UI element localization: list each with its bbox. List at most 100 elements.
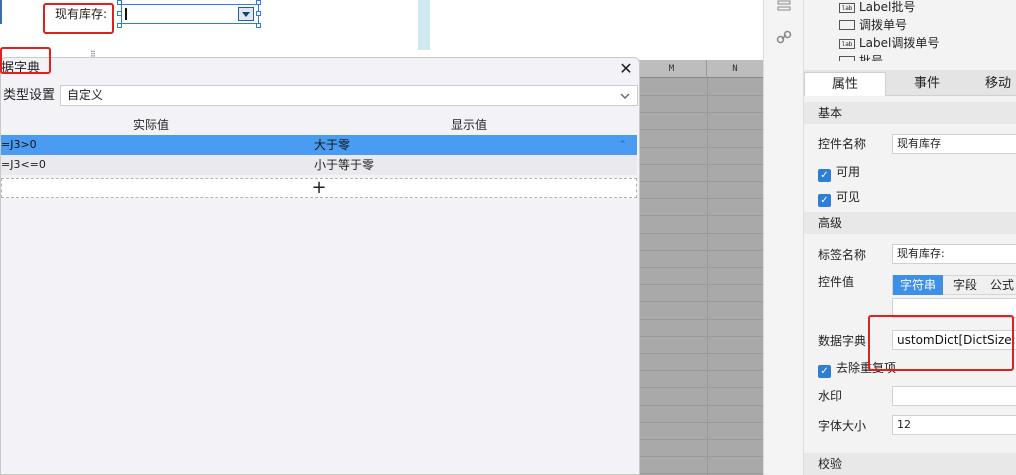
resize-handle[interactable] (117, 0, 122, 5)
textbox-icon (839, 20, 855, 30)
cell-actual[interactable]: =J3>0 (1, 135, 301, 155)
type-setting-label: 类型设置 (3, 88, 56, 103)
resize-handle[interactable] (256, 23, 261, 28)
watermark-label: 水印 (818, 389, 843, 403)
grid-row-line (637, 404, 763, 406)
text-cursor (125, 8, 127, 20)
dedupe-label: 去除重复项 (836, 361, 897, 375)
grid-row-line (637, 439, 763, 440)
section-validate[interactable]: 校验 (804, 453, 1016, 475)
control-value-label: 控件值 (818, 275, 855, 289)
value-type-string[interactable]: 字符串 (893, 275, 943, 295)
grid-row-line (637, 473, 763, 475)
grid-row-line (637, 301, 763, 303)
checkmark-icon: ✓ (818, 194, 831, 207)
value-type-formula[interactable]: 公式 (990, 275, 1016, 295)
grid-row-line (637, 335, 763, 337)
grid-row-line (637, 95, 763, 96)
canvas-selected-field[interactable] (121, 4, 259, 24)
tag-name-input[interactable]: 现有库存: (892, 244, 1016, 264)
grid-row-line (637, 456, 763, 458)
checkmark-icon: ✓ (818, 365, 831, 378)
visible-checkbox[interactable]: ✓ 可见 (818, 189, 861, 207)
grid-row-line (637, 284, 763, 286)
label-icon: lab (839, 3, 855, 13)
dict-label: 数据字典 (818, 334, 867, 348)
column-header-m[interactable]: M (637, 60, 707, 78)
control-name-input[interactable]: 现有库存 (892, 134, 1016, 154)
section-advanced[interactable]: 高级 (804, 212, 1016, 234)
link-icon[interactable] (776, 29, 792, 45)
dict-input[interactable]: ustomDict[DictSize:2] (892, 330, 1016, 350)
grid-row-line (637, 112, 763, 114)
tab-mobile[interactable]: 移动 (968, 72, 1016, 96)
tag-name-label: 标签名称 (818, 248, 867, 262)
fontsize-input[interactable]: 12 (892, 415, 1016, 435)
cell-display[interactable]: 小于等于零 (314, 155, 604, 175)
dialog-title: 据字典 (1, 61, 41, 76)
close-icon[interactable]: ✕ (617, 60, 635, 78)
resize-handle[interactable] (117, 23, 122, 28)
tree-item-label: Label批号 (859, 0, 916, 14)
tab-properties[interactable]: 属性 (804, 72, 886, 96)
canvas-field-label: 现有库存: (55, 7, 108, 21)
grid-row-line (637, 232, 763, 234)
tree-item[interactable]: lab Label调拨单号 (839, 35, 939, 51)
grid-row-line (637, 370, 763, 372)
data-dictionary-dialog: 据字典 ✕ 类型设置 自定义 实际值 显示值 =J3>0 大于零 ⌃ =J3<=… (0, 57, 640, 475)
grid-row-line (637, 163, 763, 165)
tree-item-label: 批号 (859, 54, 884, 61)
spreadsheet-area: M N (637, 60, 763, 475)
control-name-label: 控件名称 (818, 137, 867, 151)
watermark-input[interactable] (892, 386, 1016, 406)
label-icon: lab (839, 39, 855, 49)
canvas-blank-area (430, 0, 763, 50)
cell-actual[interactable]: =J3<=0 (1, 155, 301, 175)
cell-display[interactable]: 大于零 (314, 135, 604, 155)
grid-row-line (637, 387, 763, 389)
table-row[interactable]: =J3>0 大于零 ⌃ (1, 135, 637, 155)
column-header-n[interactable]: N (707, 60, 763, 78)
sheet-column-header: M N (637, 60, 763, 78)
visible-label: 可见 (836, 190, 861, 204)
tool-strip (763, 0, 803, 475)
dropdown-arrow-icon[interactable] (238, 7, 254, 21)
column-header-display: 显示值 (301, 115, 637, 135)
enabled-label: 可用 (836, 165, 861, 179)
dedupe-checkbox[interactable]: ✓ 去除重复项 (818, 360, 897, 378)
resize-handle[interactable] (256, 11, 261, 16)
designer-canvas: 现有库存: ⠿ (0, 0, 418, 59)
canvas-separator (418, 0, 430, 50)
chevron-down-icon (619, 89, 631, 101)
fontsize-label: 字体大小 (818, 419, 867, 433)
type-setting-value: 自定义 (67, 88, 104, 102)
control-value-input[interactable] (892, 298, 1016, 318)
tab-events[interactable]: 事件 (886, 72, 968, 96)
tree-item-label: 调拨单号 (859, 18, 908, 32)
tree-item[interactable]: lab Label批号 (839, 0, 915, 15)
value-type-field[interactable]: 字段 (945, 275, 985, 295)
grid-row-line (637, 267, 763, 268)
dialog-titlebar[interactable]: 据字典 ✕ (1, 58, 639, 82)
column-header-actual: 实际值 (1, 115, 301, 135)
grid-row-line (637, 146, 763, 148)
grid-row-line (637, 129, 763, 131)
enabled-checkbox[interactable]: ✓ 可用 (818, 164, 861, 182)
tree-item[interactable]: 批号 (839, 53, 883, 61)
grid-row-line (637, 215, 763, 217)
layers-icon[interactable] (776, 0, 792, 16)
resize-handle[interactable] (117, 11, 122, 16)
grid-row-line (637, 353, 763, 354)
row-collapse-icon[interactable]: ⌃ (619, 135, 631, 155)
resize-handle[interactable] (256, 0, 261, 5)
tree-item-label: Label调拨单号 (859, 36, 940, 50)
property-panel: lab Label批号 调拨单号 lab Label调拨单号 批号 属性 事件 移动… (803, 0, 1016, 475)
grid-row-line (637, 421, 763, 423)
tree-item[interactable]: 调拨单号 (839, 17, 907, 33)
textbox-icon (839, 56, 855, 61)
type-setting-select[interactable]: 自定义 (60, 85, 638, 106)
grid-row-line (637, 318, 763, 320)
table-row[interactable]: =J3<=0 小于等于零 (1, 155, 637, 175)
section-basic[interactable]: 基本 (804, 102, 1016, 124)
add-row-button[interactable]: + (1, 178, 637, 198)
